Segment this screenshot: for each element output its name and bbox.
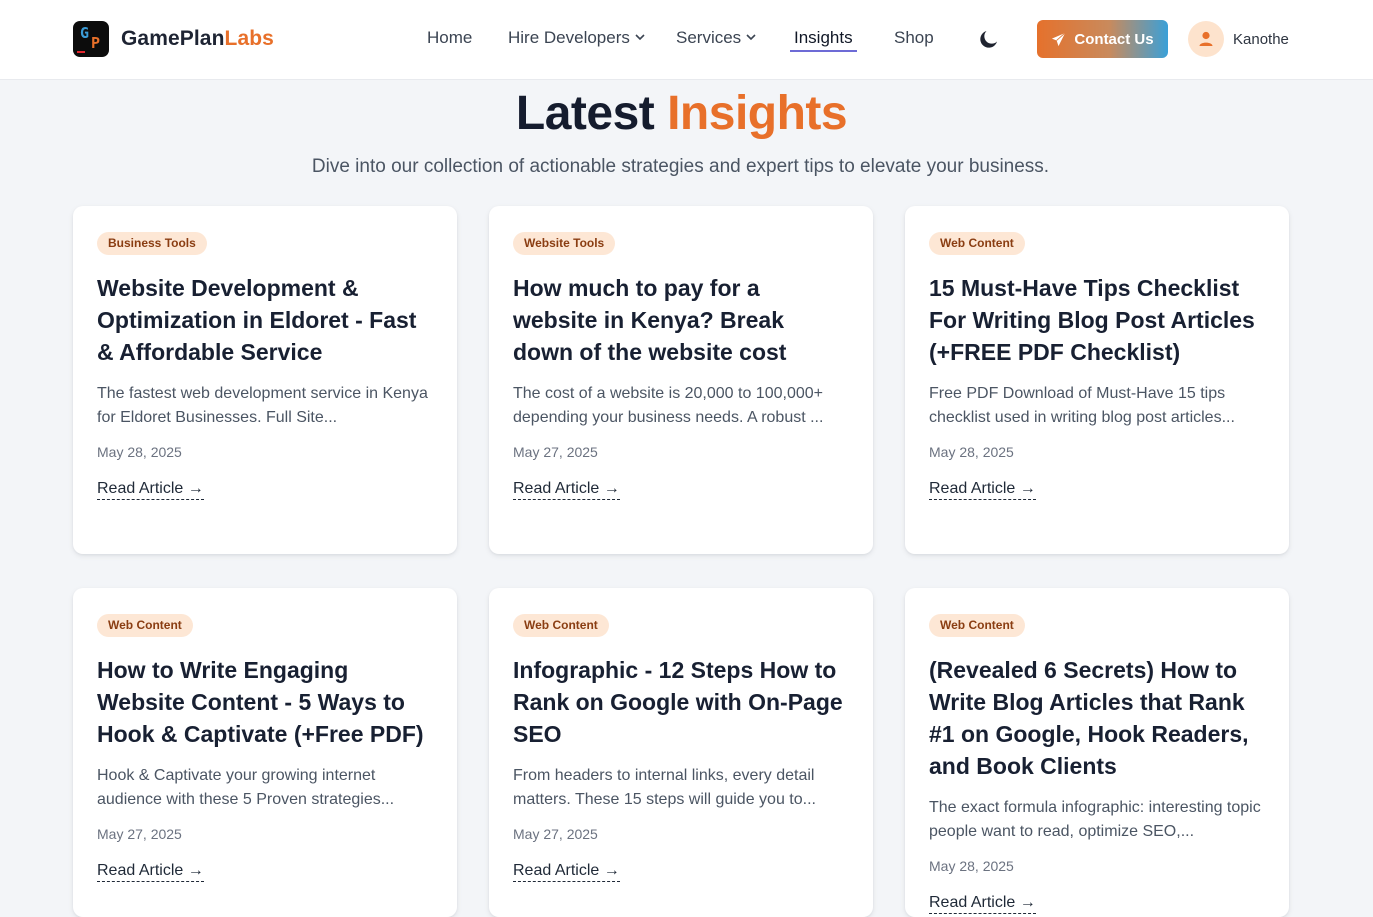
category-badge: Business Tools	[97, 232, 207, 255]
nav-home-label: Home	[427, 28, 473, 47]
article-title[interactable]: Website Development & Optimization in El…	[97, 272, 433, 368]
article-date: May 28, 2025	[97, 444, 182, 460]
article-excerpt: Free PDF Download of Must-Have 15 tips c…	[929, 385, 1235, 426]
article-card[interactable]: Web Content How to Write Engaging Websit…	[73, 588, 457, 917]
read-article-link[interactable]: Read Article →	[97, 862, 204, 882]
article-card[interactable]: Web Content (Revealed 6 Secrets) How to …	[905, 588, 1289, 917]
category-badge: Web Content	[97, 614, 193, 637]
chevron-down-icon	[746, 34, 756, 41]
category-badge: Web Content	[929, 232, 1025, 255]
article-card[interactable]: Web Content Infographic - 12 Steps How t…	[489, 588, 873, 917]
article-title[interactable]: How to Write Engaging Website Content - …	[97, 654, 433, 750]
nav-shop[interactable]: Shop	[894, 28, 934, 48]
article-title[interactable]: Infographic - 12 Steps How to Rank on Go…	[513, 654, 849, 750]
moon-icon[interactable]	[977, 27, 1001, 51]
nav-insights[interactable]: Insights	[790, 28, 857, 52]
paper-plane-icon	[1052, 32, 1066, 46]
nav-home[interactable]: Home	[427, 28, 472, 48]
article-excerpt: The exact formula infographic: interesti…	[929, 799, 1261, 840]
article-excerpt: The cost of a website is 20,000 to 100,0…	[513, 385, 824, 426]
article-date: May 27, 2025	[97, 826, 182, 842]
page-title: Latest Insights	[0, 86, 1363, 141]
chevron-down-icon	[635, 34, 645, 41]
page-title-accent: Insights	[667, 87, 848, 140]
article-excerpt: The fastest web development service in K…	[97, 385, 428, 426]
read-article-link[interactable]: Read Article →	[929, 894, 1036, 914]
read-article-link[interactable]: Read Article →	[929, 480, 1036, 500]
article-card[interactable]: Business Tools Website Development & Opt…	[73, 206, 457, 554]
logo-text-accent: Labs	[224, 27, 274, 50]
user-menu[interactable]: Kanothe	[1188, 21, 1289, 57]
article-title[interactable]: How much to pay for a website in Kenya? …	[513, 272, 849, 368]
nav-hire-developers[interactable]: Hire Developers	[508, 28, 645, 48]
avatar	[1188, 21, 1224, 57]
category-badge: Website Tools	[513, 232, 616, 255]
article-date: May 28, 2025	[929, 858, 1014, 874]
category-badge: Web Content	[513, 614, 609, 637]
user-name: Kanothe	[1233, 30, 1289, 48]
page-subtitle: Dive into our collection of actionable s…	[311, 156, 1050, 177]
nav-services-label: Services	[676, 28, 742, 47]
nav-insights-label: Insights	[794, 28, 853, 47]
logo-mark-icon: GP	[73, 21, 109, 57]
contact-us-label: Contact Us	[1074, 30, 1154, 48]
site-header: GP GamePlanLabs Home Hire Developers Ser…	[0, 0, 1373, 80]
logo-wordmark: GamePlanLabs	[121, 27, 274, 51]
nav-services[interactable]: Services	[676, 28, 756, 48]
nav-shop-label: Shop	[894, 28, 934, 47]
logo-text-main: GamePlan	[121, 27, 225, 50]
article-title[interactable]: (Revealed 6 Secrets) How to Write Blog A…	[929, 654, 1265, 782]
article-date: May 27, 2025	[513, 444, 598, 460]
article-excerpt: From headers to internal links, every de…	[513, 767, 816, 808]
article-excerpt: Hook & Captivate your growing internet a…	[97, 767, 395, 808]
contact-us-button[interactable]: Contact Us	[1037, 20, 1168, 58]
article-title[interactable]: 15 Must-Have Tips Checklist For Writing …	[929, 272, 1265, 368]
article-card[interactable]: Web Content 15 Must-Have Tips Checklist …	[905, 206, 1289, 554]
read-article-link[interactable]: Read Article →	[513, 480, 620, 500]
article-date: May 28, 2025	[929, 444, 1014, 460]
site-logo[interactable]: GP GamePlanLabs	[73, 21, 274, 57]
page-title-main: Latest	[515, 87, 655, 140]
read-article-link[interactable]: Read Article →	[97, 480, 204, 500]
article-card[interactable]: Website Tools How much to pay for a webs…	[489, 206, 873, 554]
read-article-link[interactable]: Read Article →	[513, 862, 620, 882]
nav-hire-developers-label: Hire Developers	[508, 28, 630, 47]
article-date: May 27, 2025	[513, 826, 598, 842]
user-icon	[1199, 31, 1213, 46]
category-badge: Web Content	[929, 614, 1025, 637]
